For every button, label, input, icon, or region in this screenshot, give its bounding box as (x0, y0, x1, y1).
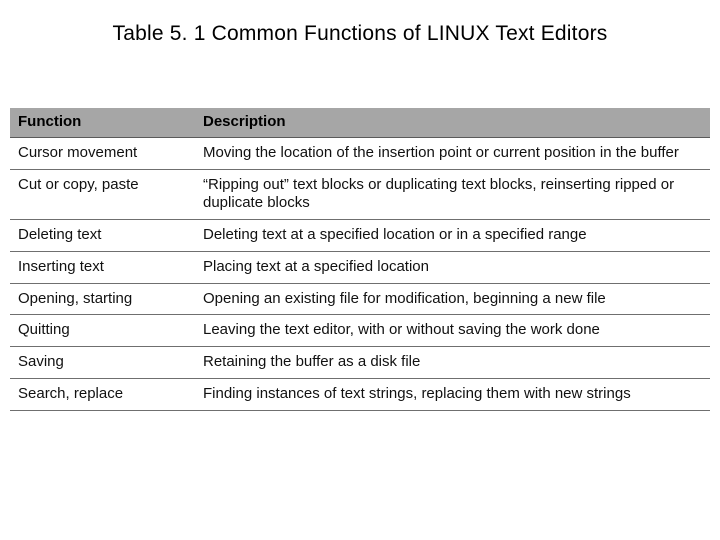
cell-description: Placing text at a specified location (195, 251, 710, 283)
col-header-function: Function (10, 108, 195, 137)
cell-description: Leaving the text editor, with or without… (195, 315, 710, 347)
table-row: Cut or copy, paste “Ripping out” text bl… (10, 169, 710, 220)
cell-function: Inserting text (10, 251, 195, 283)
cell-description: Opening an existing file for modificatio… (195, 283, 710, 315)
cell-description: Finding instances of text strings, repla… (195, 378, 710, 410)
table-row: Cursor movement Moving the location of t… (10, 137, 710, 169)
table-row: Opening, starting Opening an existing fi… (10, 283, 710, 315)
table-row: Deleting text Deleting text at a specifi… (10, 220, 710, 252)
table-header-row: Function Description (10, 108, 710, 137)
cell-function: Saving (10, 347, 195, 379)
cell-description: Moving the location of the insertion poi… (195, 137, 710, 169)
page: Table 5. 1 Common Functions of LINUX Tex… (0, 0, 720, 540)
cell-function: Quitting (10, 315, 195, 347)
cell-description: Deleting text at a specified location or… (195, 220, 710, 252)
table-row: Quitting Leaving the text editor, with o… (10, 315, 710, 347)
cell-description: “Ripping out” text blocks or duplicating… (195, 169, 710, 220)
functions-table: Function Description Cursor movement Mov… (10, 108, 710, 411)
cell-function: Cut or copy, paste (10, 169, 195, 220)
cell-function: Search, replace (10, 378, 195, 410)
table-row: Saving Retaining the buffer as a disk fi… (10, 347, 710, 379)
cell-function: Deleting text (10, 220, 195, 252)
col-header-description: Description (195, 108, 710, 137)
table-row: Inserting text Placing text at a specifi… (10, 251, 710, 283)
page-title: Table 5. 1 Common Functions of LINUX Tex… (0, 22, 720, 46)
cell-function: Opening, starting (10, 283, 195, 315)
table-row: Search, replace Finding instances of tex… (10, 378, 710, 410)
cell-function: Cursor movement (10, 137, 195, 169)
cell-description: Retaining the buffer as a disk file (195, 347, 710, 379)
table-container: Function Description Cursor movement Mov… (10, 108, 710, 411)
